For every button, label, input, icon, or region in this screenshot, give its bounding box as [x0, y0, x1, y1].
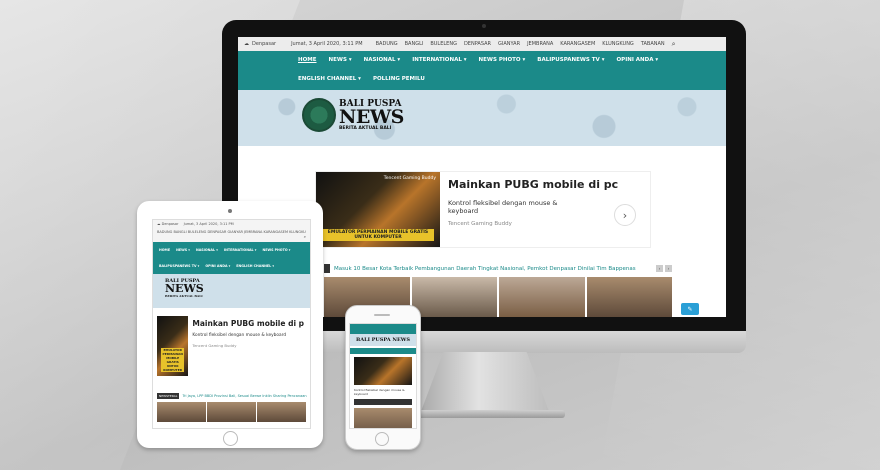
logo-seal-icon	[302, 98, 336, 132]
ad-sponsor: Tencent Gaming Buddy	[448, 221, 512, 227]
news-photo[interactable]	[257, 402, 306, 422]
ticker-headline[interactable]: Masuk 10 Besar Kota Terbaik Pembangunan …	[334, 266, 652, 272]
logo-tagline: BERITA AKTUAL BALI	[165, 294, 203, 298]
search-icon[interactable]: ⌕	[672, 40, 676, 49]
region-link[interactable]: BADUNG	[376, 41, 398, 47]
city-label: Denpasar	[252, 41, 277, 47]
phone-screen: BALI PUSPA NEWS Kontrol fleksibel dengan…	[349, 323, 417, 429]
region-link[interactable]: BULELENG	[430, 41, 457, 47]
tablet-date: Jumat, 3 April 2020, 3:11 PM	[183, 222, 234, 226]
nav-opini-anda[interactable]: OPINI ANDA ▾	[202, 258, 233, 274]
tablet-ad[interactable]: EMULATOR PERMAINAN MOBILE GRATIS UNTUK K…	[157, 316, 308, 376]
nav-balipuspanews-tv[interactable]: BALIPUSPANEWS TV ▾	[156, 258, 202, 274]
tablet-camera	[228, 209, 232, 213]
nav-news-photo[interactable]: NEWS PHOTO ▾	[259, 242, 293, 258]
nav-english-channel[interactable]: ENGLISH CHANNEL ▾	[233, 258, 277, 274]
ad-sponsor: Tencent Gaming Buddy	[192, 343, 237, 348]
weather-cloud-icon: ☁	[244, 41, 249, 47]
phone-speaker	[374, 314, 390, 316]
monitor-stand	[420, 352, 550, 414]
nav-nasional[interactable]: NASIONAL ▾	[358, 51, 407, 70]
region-link[interactable]: DENPASAR	[464, 41, 491, 47]
phone-menu-bar[interactable]	[350, 348, 416, 354]
region-link[interactable]: KLUNGKUNG	[602, 41, 634, 47]
phone-home-button	[375, 432, 389, 446]
weather-location: ☁ Denpasar	[244, 41, 276, 47]
ad-body: Kontrol fleksibel dengan mouse & keyboar…	[192, 333, 287, 338]
region-link[interactable]: KARANGASEM	[560, 41, 595, 47]
monitor-camera	[482, 24, 486, 28]
tablet-photo-strip	[157, 402, 306, 422]
nav-international[interactable]: INTERNATIONAL ▾	[221, 242, 260, 258]
search-icon[interactable]: ⌕	[157, 234, 306, 239]
chevron-right-icon[interactable]: ›	[614, 204, 636, 226]
region-link[interactable]: GIANYAR	[498, 41, 520, 47]
nav-news[interactable]: NEWS ▾	[323, 51, 358, 70]
ad-image: Tencent Gaming Buddy EMULATOR PERMAINAN …	[316, 172, 440, 247]
nav-home[interactable]: HOME	[156, 242, 173, 258]
region-link[interactable]: JEMBRANA	[527, 41, 553, 47]
news-photo[interactable]	[354, 408, 412, 428]
tablet-ticker: NEWSTERAL Tri Jaya, LPP BBDI Provinsi Ba…	[157, 393, 307, 399]
weather-cloud-icon: ☁	[157, 222, 161, 226]
nav-news-photo[interactable]: NEWS PHOTO ▾	[473, 51, 532, 70]
ticker-tag	[324, 264, 330, 273]
news-photo[interactable]	[157, 402, 206, 422]
nav-news[interactable]: NEWS ▾	[173, 242, 193, 258]
phone-ad-body: Kontrol fleksibel dengan mouse & keyboar…	[354, 388, 405, 396]
tablet-top-bar: ☁ Denpasar Jumat, 3 April 2020, 3:11 PM …	[153, 220, 310, 242]
ticker-prev-icon[interactable]: ‹	[656, 265, 663, 272]
tablet-regions[interactable]: BADUNG BANGLI BULELENG DENPASAR GIANYAR …	[157, 230, 306, 234]
ad-image-caption: EMULATOR PERMAINAN MOBILE GRATIS UNTUK K…	[161, 348, 185, 372]
site-logo[interactable]: BALI PUSPA NEWS BERITA AKTUAL BALI	[302, 98, 404, 132]
phone-ad-image[interactable]	[354, 357, 412, 385]
ad-headline: Mainkan PUBG mobile di p	[192, 319, 304, 328]
logo-line2: NEWS	[339, 105, 404, 128]
region-link[interactable]: BANGLI	[405, 41, 424, 47]
logo-line2: NEWS	[165, 282, 204, 295]
nav-home[interactable]: HOME	[292, 51, 323, 70]
phone-logo[interactable]: BALI PUSPA NEWS	[350, 334, 416, 346]
ticker-tag: NEWSTERAL	[157, 393, 180, 399]
ad-image-brand: Tencent Gaming Buddy	[383, 176, 436, 181]
ad-headline: Mainkan PUBG mobile di pc	[448, 178, 619, 191]
tablet-screen: ☁ Denpasar Jumat, 3 April 2020, 3:11 PM …	[152, 219, 311, 429]
date-label: Jumat, 3 April 2020, 3:11 PM	[291, 41, 363, 47]
news-ticker: Masuk 10 Besar Kota Terbaik Pembangunan …	[324, 263, 672, 274]
phone-nav[interactable]	[350, 324, 416, 334]
tablet-city: Denpasar	[161, 222, 179, 226]
nav-opini-anda[interactable]: OPINI ANDA ▾	[610, 51, 664, 70]
tablet-nav: HOME NEWS ▾ NASIONAL ▾ INTERNATIONAL ▾ N…	[153, 242, 310, 284]
ad-body: Kontrol fleksibel dengan mouse & keyboar…	[448, 199, 558, 215]
phone-section-bar	[354, 399, 412, 405]
news-photo[interactable]	[586, 277, 672, 317]
news-photo[interactable]	[499, 277, 585, 317]
news-photo[interactable]	[207, 402, 256, 422]
main-nav: HOME NEWS ▾ NASIONAL ▾ INTERNATIONAL ▾ N…	[238, 51, 726, 90]
chat-icon[interactable]: ✎	[681, 303, 699, 315]
tablet-logo[interactable]: BALI PUSPA NEWS BERITA AKTUAL BALI	[165, 278, 204, 298]
region-link[interactable]: TABANAN	[641, 41, 665, 47]
news-photo[interactable]	[411, 277, 497, 317]
ticker-next-icon[interactable]: ›	[665, 265, 672, 272]
nav-balipuspanews-tv[interactable]: BALIPUSPANEWS TV ▾	[531, 51, 610, 70]
nav-nasional[interactable]: NASIONAL ▾	[193, 242, 221, 258]
nav-international[interactable]: INTERNATIONAL ▾	[406, 51, 472, 70]
ad-image: EMULATOR PERMAINAN MOBILE GRATIS UNTUK K…	[157, 316, 189, 376]
nav-polling-pemilu[interactable]: POLLING PEMILU	[367, 70, 431, 89]
nav-english-channel[interactable]: ENGLISH CHANNEL ▾	[292, 70, 367, 89]
ticker-headline[interactable]: Tri Jaya, LPP BBDI Provinsi Bali, Sesuai…	[182, 394, 306, 398]
tablet-banner: BALI PUSPA NEWS BERITA AKTUAL BALI	[153, 274, 310, 308]
ad-banner[interactable]: Tencent Gaming Buddy EMULATOR PERMAINAN …	[315, 171, 651, 248]
monitor-base	[405, 410, 565, 418]
header-banner: BALI PUSPA NEWS BERITA AKTUAL BALI	[238, 90, 726, 146]
tablet-home-button	[223, 431, 238, 446]
ad-image-caption: EMULATOR PERMAINAN MOBILE GRATIS UNTUK K…	[322, 229, 434, 241]
top-bar: ☁ Denpasar Jumat, 3 April 2020, 3:11 PM …	[238, 37, 726, 51]
